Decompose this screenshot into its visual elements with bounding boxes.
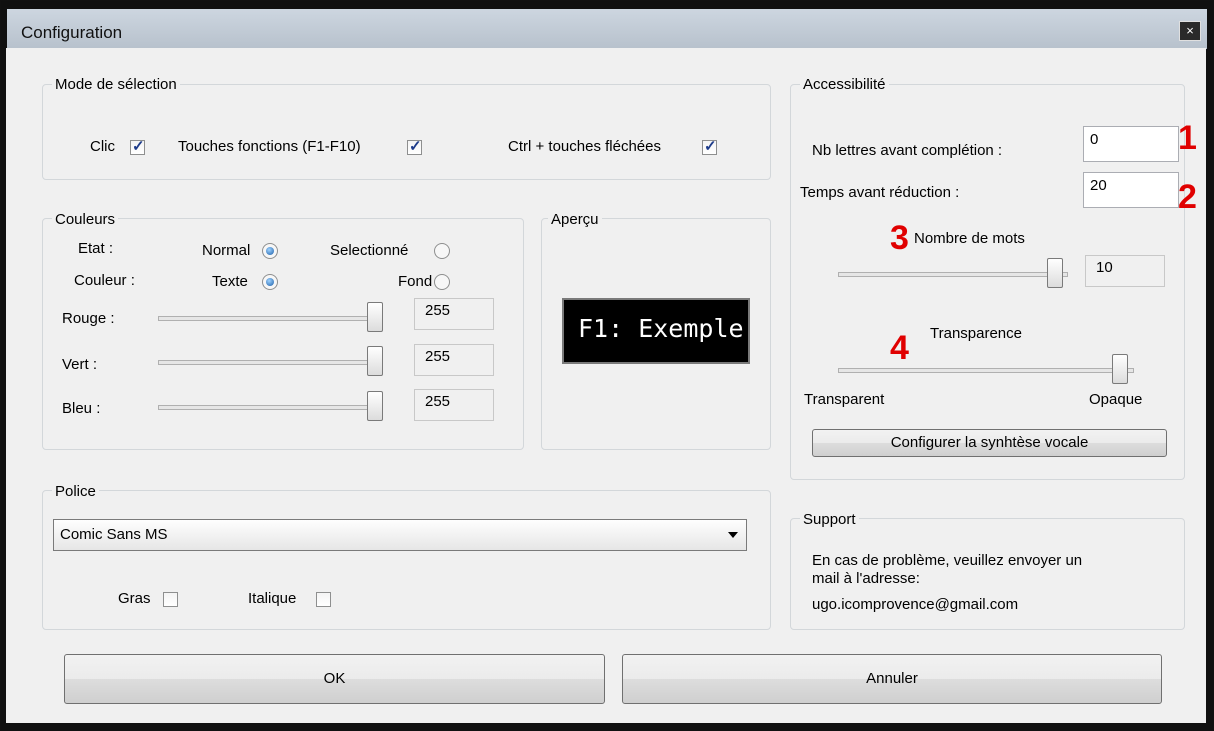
window-title: Configuration <box>21 23 123 42</box>
couleur-label: Couleur : <box>74 272 135 289</box>
bleu-value: 255 <box>414 389 494 421</box>
support-line-1: En cas de problème, veuillez envoyer un <box>812 552 1083 569</box>
preview-text: F1: Exemple <box>578 314 744 343</box>
bleu-label: Bleu : <box>62 400 101 417</box>
ok-button[interactable]: OK <box>64 654 605 704</box>
temps-label: Temps avant réduction : <box>800 184 960 201</box>
selection-mode-legend: Mode de sélection <box>52 76 180 93</box>
font-select-value: Comic Sans MS <box>60 526 168 543</box>
rouge-slider-track[interactable] <box>158 316 382 321</box>
annotation-1: 1 <box>1178 119 1197 157</box>
vert-value: 255 <box>414 344 494 376</box>
selected-label: Selectionné <box>330 242 409 259</box>
cancel-button[interactable]: Annuler <box>622 654 1162 704</box>
nombre-mots-slider-track[interactable] <box>838 272 1068 277</box>
chevron-down-icon <box>728 532 738 538</box>
nombre-mots-slider-thumb[interactable] <box>1047 258 1063 288</box>
bleu-slider-track[interactable] <box>158 405 382 410</box>
rouge-value: 255 <box>414 298 494 330</box>
transparence-slider-thumb[interactable] <box>1112 354 1128 384</box>
gras-label: Gras <box>118 590 151 607</box>
font-group <box>42 490 771 630</box>
vert-label: Vert : <box>62 356 98 373</box>
font-select[interactable]: Comic Sans MS <box>53 519 747 551</box>
close-icon[interactable]: × <box>1179 21 1201 41</box>
nb-lettres-label: Nb lettres avant complétion : <box>812 142 1003 159</box>
temps-input[interactable]: 20 <box>1083 172 1179 208</box>
rouge-slider-thumb[interactable] <box>367 302 383 332</box>
gras-checkbox[interactable] <box>163 592 178 607</box>
etat-label: Etat : <box>78 240 114 257</box>
fond-label: Fond <box>398 273 433 290</box>
rouge-label: Rouge : <box>62 310 115 327</box>
transparence-label: Transparence <box>930 325 1022 342</box>
annotation-4: 4 <box>890 329 909 367</box>
colors-legend: Couleurs <box>52 211 119 228</box>
support-line-2: mail à l'adresse: <box>812 570 920 587</box>
bleu-slider-thumb[interactable] <box>367 391 383 421</box>
transparent-label: Transparent <box>804 391 885 408</box>
nombre-mots-label: Nombre de mots <box>914 230 1025 247</box>
configure-tts-button[interactable]: Configurer la synhtèse vocale <box>812 429 1167 457</box>
font-legend: Police <box>52 483 99 500</box>
clic-checkbox[interactable] <box>130 137 145 155</box>
ctrl-arrows-label: Ctrl + touches fléchées <box>508 138 661 155</box>
support-email: ugo.icomprovence@gmail.com <box>812 596 1019 613</box>
preview-legend: Aperçu <box>548 211 602 228</box>
fkeys-label: Touches fonctions (F1-F10) <box>178 138 361 155</box>
italique-checkbox[interactable] <box>316 592 331 607</box>
texte-radio[interactable] <box>262 274 278 290</box>
nb-lettres-input[interactable]: 0 <box>1083 126 1179 162</box>
support-legend: Support <box>800 511 859 528</box>
fond-radio[interactable] <box>434 274 450 290</box>
fkeys-checkbox[interactable] <box>407 137 422 155</box>
opaque-label: Opaque <box>1089 391 1143 408</box>
preview-box: F1: Exemple <box>562 298 750 364</box>
normal-label: Normal <box>202 242 251 259</box>
transparence-slider-track[interactable] <box>838 368 1134 373</box>
normal-radio[interactable] <box>262 243 278 259</box>
clic-label: Clic <box>90 138 115 155</box>
ctrl-arrows-checkbox[interactable] <box>702 137 717 155</box>
accessibility-legend: Accessibilité <box>800 76 889 93</box>
annotation-3: 3 <box>890 219 909 257</box>
vert-slider-track[interactable] <box>158 360 382 365</box>
annotation-2: 2 <box>1178 178 1197 216</box>
selected-radio[interactable] <box>434 243 450 259</box>
texte-label: Texte <box>212 273 248 290</box>
title-bar: Configuration × <box>7 9 1207 49</box>
vert-slider-thumb[interactable] <box>367 346 383 376</box>
nombre-mots-value: 10 <box>1085 255 1165 287</box>
selection-mode-group <box>42 84 771 180</box>
italique-label: Italique <box>248 590 297 607</box>
